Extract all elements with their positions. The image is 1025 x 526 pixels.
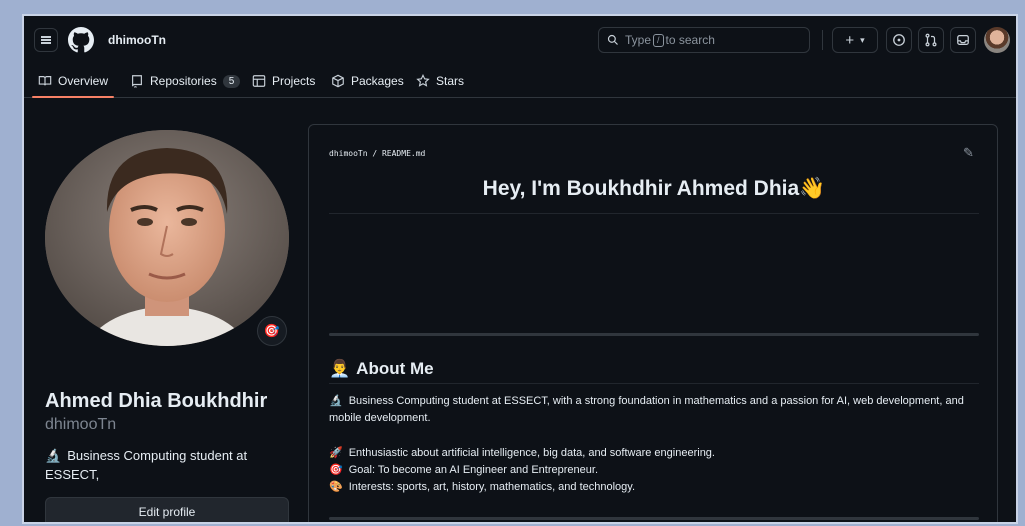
list-item: 🎨 Interests: sports, art, history, mathem… [329,479,979,496]
pencil-icon[interactable]: ✎ [963,145,974,161]
horizontal-rule [329,333,979,336]
pull-requests-button[interactable] [918,27,944,53]
user-avatar-menu[interactable] [984,27,1010,53]
list-item: 🎯 Goal: To become an AI Engineer and Entr… [329,462,979,479]
github-profile-window: dhimooTn Type / to search + ▾ Overview R… [22,14,1018,524]
edit-profile-button[interactable]: Edit profile [45,497,289,522]
tab-projects-label: Projects [272,74,316,88]
waving-hand-icon: 👋 [799,177,826,200]
repositories-count-badge: 5 [222,74,241,88]
package-icon [332,74,344,88]
issues-button[interactable] [886,27,912,53]
inbox-icon [957,35,969,45]
palette-icon: 🎨 [329,481,343,493]
search-icon [607,34,618,45]
plus-icon: + [845,31,855,49]
tab-stars-label: Stars [436,74,465,88]
list-item: 🚀 Enthusiastic about artificial intellige… [329,445,979,462]
profile-photo [45,130,289,346]
about-divider [329,383,979,384]
book-icon [38,76,52,86]
list-item-text: Interests: sports, art, history, mathema… [348,481,636,493]
tab-projects[interactable]: Projects [252,70,315,92]
rocket-icon: 🚀 [329,447,343,459]
tab-repositories[interactable]: Repositories 5 [130,70,241,92]
inbox-button[interactable] [950,27,976,53]
create-new-button[interactable]: + ▾ [832,27,878,53]
about-heading: 👨‍💼 About Me [329,359,434,379]
profile-avatar[interactable] [45,130,289,346]
target-icon: 🎯 [263,323,281,338]
repo-icon [132,75,142,88]
tab-packages[interactable]: Packages [331,70,404,92]
header-divider [822,30,823,50]
tab-stars[interactable]: Stars [416,70,464,92]
readme-breadcrumb[interactable]: dhimooTn / README.md [329,149,425,158]
chevron-down-icon: ▾ [860,34,865,45]
github-logo-icon[interactable] [68,27,94,53]
readme-title: Hey, I'm Boukhdhir Ahmed Dhia👋 [329,177,979,201]
profile-username: dhimooTn [45,416,117,433]
menu-button[interactable] [34,28,58,52]
hamburger-icon [41,39,51,41]
star-icon [416,74,430,87]
search-shortcut-key: / [653,33,664,47]
profile-tabs: Overview Repositories 5 Projects Package… [24,64,1016,98]
top-header: dhimooTn Type / to search + ▾ [24,16,1016,64]
readme-card: dhimooTn / README.md ✎ Hey, I'm Boukhdhi… [308,124,998,522]
list-item-text: Enthusiastic about artificial intelligen… [348,447,715,459]
tab-overview[interactable]: Overview [31,70,115,98]
microscope-icon: 🔬 [45,448,62,463]
issue-opened-icon [893,34,905,46]
intro-text: Business Computing student at ESSECT, wi… [329,395,964,424]
title-divider [329,213,979,214]
horizontal-rule [329,517,979,520]
list-item-text: Goal: To become an AI Engineer and Entre… [348,464,599,476]
readme-title-text: Hey, I'm Boukhdhir Ahmed Dhia [482,177,800,200]
profile-bio: 🔬 Business Computing student at ESSECT, [45,446,275,484]
profile-full-name: Ahmed Dhia Boukhdhir [45,390,268,412]
search-prefix: Type [625,33,652,47]
microscope-icon: 🔬 [329,395,343,407]
tab-repositories-label: Repositories [150,74,217,88]
set-status-button[interactable]: 🎯 [257,316,287,346]
intro-paragraph: 🔬 Business Computing student at ESSECT, w… [329,393,979,427]
tab-packages-label: Packages [351,74,404,88]
businessman-icon: 👨‍💼 [329,359,351,378]
pull-request-icon [925,33,937,47]
target-icon: 🎯 [329,464,343,476]
profile-bio-text: Business Computing student at ESSECT, [45,448,248,482]
table-icon [252,75,266,87]
header-username[interactable]: dhimooTn [108,33,166,47]
about-heading-text: About Me [356,359,434,378]
search-input[interactable]: Type / to search [598,27,810,53]
tab-overview-label: Overview [58,74,109,88]
search-suffix: to search [665,33,715,47]
